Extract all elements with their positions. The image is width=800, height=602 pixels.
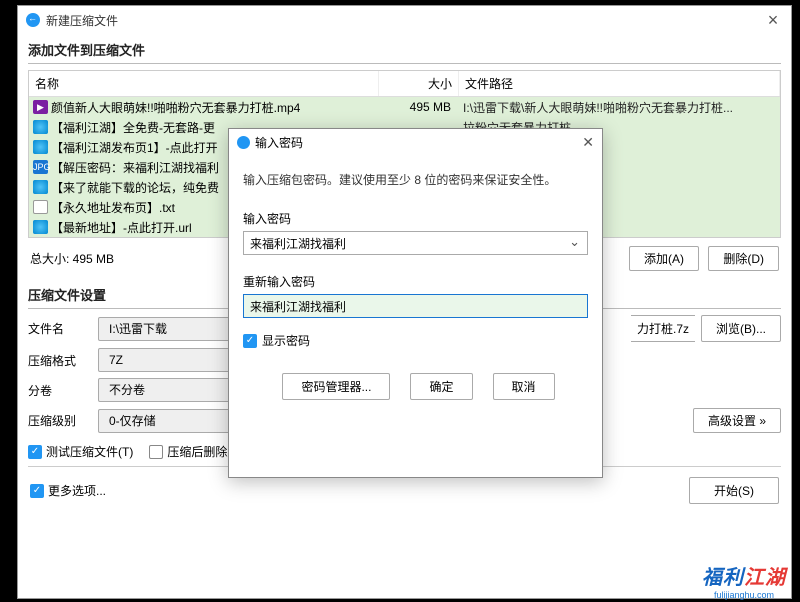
total-size-label: 总大小: 495 MB <box>30 250 114 267</box>
start-button[interactable]: 开始(S) <box>689 477 779 504</box>
more-options-toggle[interactable]: ✓ 更多选项... <box>30 482 106 499</box>
checkbox-on-icon: ✓ <box>243 334 257 348</box>
web-icon <box>33 120 48 134</box>
add-button[interactable]: 添加(A) <box>629 246 699 271</box>
filename-label: 文件名 <box>28 320 98 337</box>
col-size[interactable]: 大小 <box>379 71 459 96</box>
titlebar: 新建压缩文件 × <box>18 6 791 34</box>
browse-button[interactable]: 浏览(B)... <box>701 315 781 342</box>
dialog-close-icon[interactable]: ✕ <box>582 134 594 151</box>
file-name: 【最新地址】-点此打开.url <box>51 219 192 236</box>
file-name: 【福利江湖】全免费-无套路-更 <box>51 119 215 136</box>
window-title: 新建压缩文件 <box>46 12 763 29</box>
level-label: 压缩级别 <box>28 412 98 429</box>
web-icon <box>33 220 48 234</box>
file-name: 颜值新人大眼萌妹!!啪啪粉穴无套暴力打桩.mp4 <box>51 99 300 116</box>
watermark-logo: 福利江湖 fulijianghu.com <box>694 561 794 600</box>
checkbox-on-icon: ✓ <box>28 445 42 459</box>
show-password-checkbox[interactable]: ✓ 显示密码 <box>243 332 588 349</box>
password-input[interactable] <box>243 231 588 255</box>
add-files-heading: 添加文件到压缩文件 <box>28 34 781 64</box>
dialog-hint: 输入压缩包密码。建议使用至少 8 位的密码来保证安全性。 <box>243 171 588 188</box>
web-icon <box>33 140 48 154</box>
checkbox-off-icon <box>149 445 163 459</box>
file-name: 【来了就能下载的论坛，纯免费 <box>51 179 219 196</box>
mp4-icon: ▶ <box>33 100 48 114</box>
txt-icon <box>33 200 48 214</box>
advanced-button[interactable]: 高级设置 » <box>693 408 781 433</box>
confirm-password-label: 重新输入密码 <box>243 273 588 290</box>
col-name[interactable]: 名称 <box>29 71 379 96</box>
table-row[interactable]: ▶颜值新人大眼萌妹!!啪啪粉穴无套暴力打桩.mp4 495 MBI:\迅雷下载\新… <box>29 97 780 117</box>
close-icon[interactable]: × <box>763 10 783 31</box>
file-size: 495 MB <box>379 100 459 114</box>
app-icon <box>237 136 250 149</box>
cancel-button[interactable]: 取消 <box>493 373 555 400</box>
file-name: 【永久地址发布页】.txt <box>51 199 175 216</box>
file-name: 【解压密码：来福利江湖找福利 <box>51 159 219 176</box>
table-header: 名称 大小 文件路径 <box>29 71 780 97</box>
col-path[interactable]: 文件路径 <box>459 71 780 96</box>
password-label: 输入密码 <box>243 210 588 227</box>
delete-button[interactable]: 删除(D) <box>708 246 779 271</box>
volume-label: 分卷 <box>28 382 98 399</box>
web-icon <box>33 180 48 194</box>
jpg-icon: JPG <box>33 160 48 174</box>
dialog-title: 输入密码 <box>255 134 582 151</box>
app-icon <box>26 13 40 27</box>
checkbox-on-icon: ✓ <box>30 484 44 498</box>
confirm-password-input[interactable] <box>243 294 588 318</box>
test-checkbox[interactable]: ✓ 测试压缩文件(T) <box>28 443 133 460</box>
file-path: I:\迅雷下载\新人大眼萌妹!!啪啪粉穴无套暴力打桩... <box>459 99 780 116</box>
password-manager-button[interactable]: 密码管理器... <box>282 373 390 400</box>
ok-button[interactable]: 确定 <box>410 373 472 400</box>
format-label: 压缩格式 <box>28 352 98 369</box>
file-name: 【福利江湖发布页1】-点此打开 <box>51 139 218 156</box>
filename-tail: 力打桩.7z <box>631 315 695 342</box>
password-dialog: 输入密码 ✕ 输入压缩包密码。建议使用至少 8 位的密码来保证安全性。 输入密码… <box>228 128 603 478</box>
